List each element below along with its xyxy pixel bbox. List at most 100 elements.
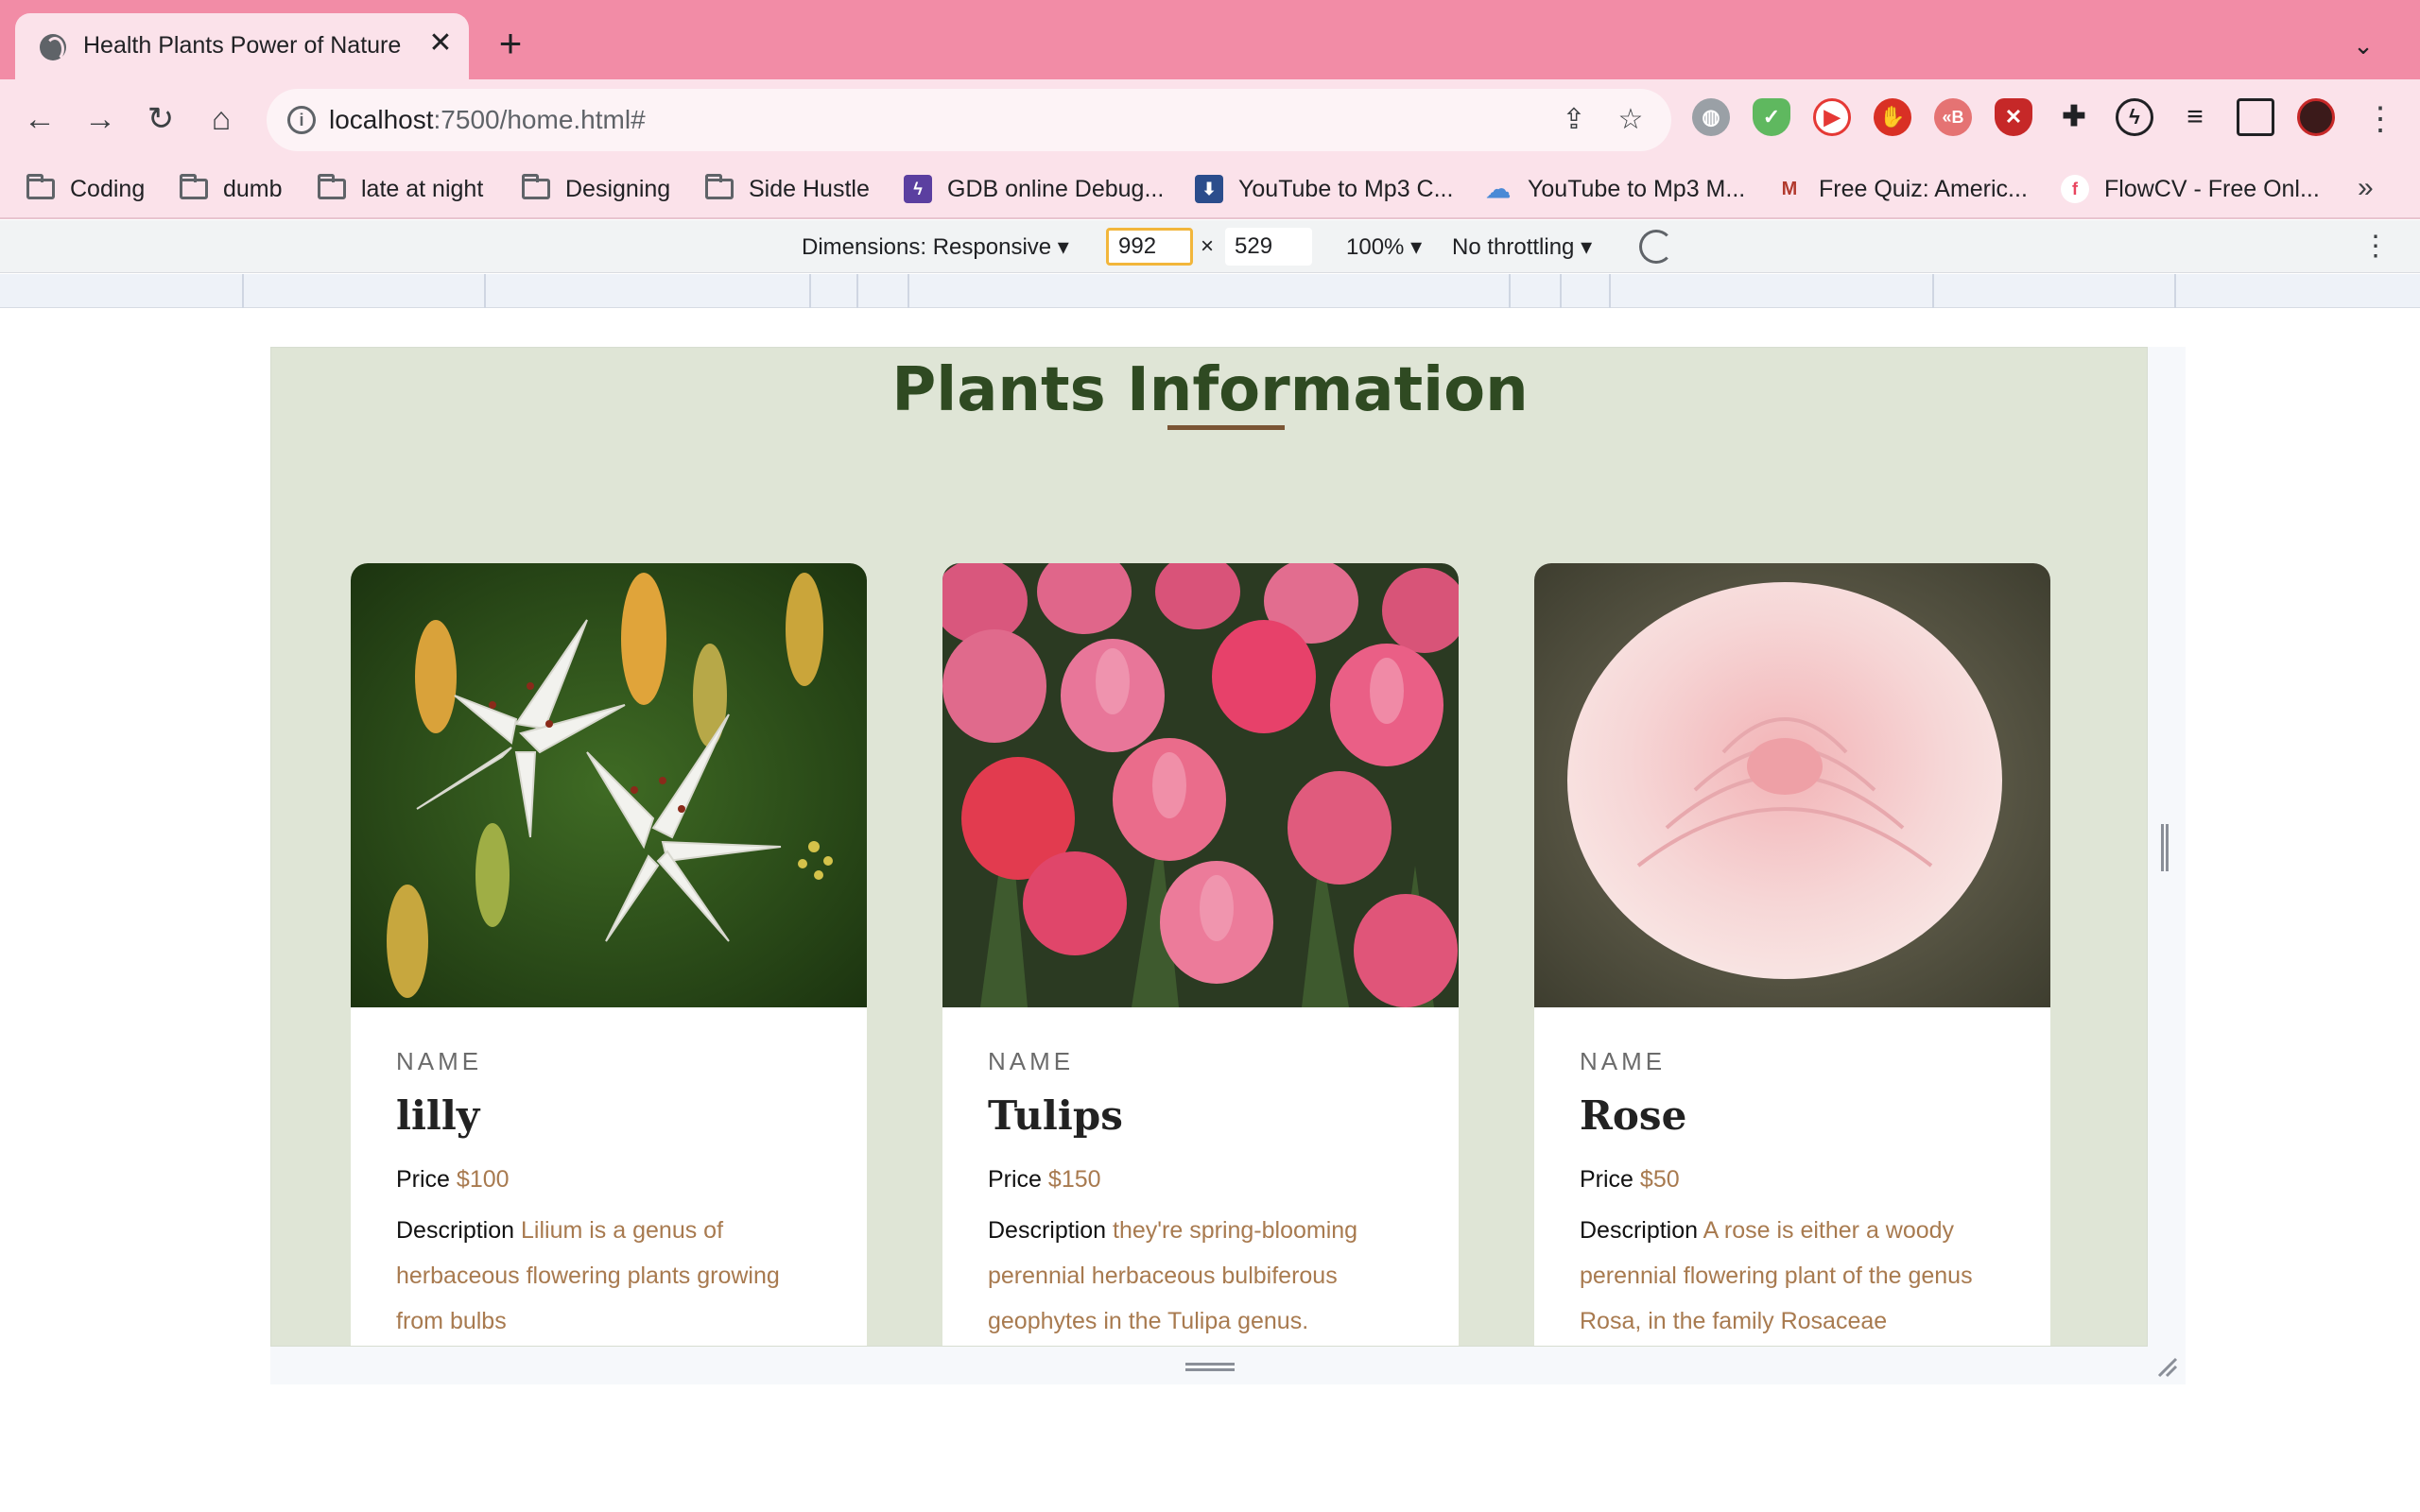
- bookmark-folder-late-at-night[interactable]: late at night: [318, 170, 483, 208]
- rose-image: [1534, 563, 2050, 1007]
- translate-glyph: ◍: [1702, 105, 1720, 129]
- rotate-icon[interactable]: [1639, 230, 1673, 264]
- chrome-menu-icon[interactable]: ⋮: [2360, 98, 2401, 140]
- card-plant-name: Rose: [1580, 1092, 1687, 1139]
- performance-icon[interactable]: ϟ: [2116, 98, 2153, 136]
- flowcv-icon: f: [2061, 175, 2089, 203]
- bookmarks-overflow-button[interactable]: »: [2358, 172, 2374, 204]
- width-input[interactable]: 992: [1106, 228, 1193, 266]
- x-glyph: ✕: [2004, 105, 2023, 129]
- home-button[interactable]: ⌂: [200, 98, 242, 140]
- bookmark-youtube-mp3-c[interactable]: ⬇ YouTube to Mp3 C...: [1195, 170, 1453, 208]
- resize-corner-icon[interactable]: [2155, 1355, 2178, 1378]
- bookmark-label: FlowCV - Free Onl...: [2104, 175, 2320, 202]
- play-glyph: ▶: [1824, 105, 1841, 129]
- browser-tab[interactable]: Health Plants Power of Nature ✕: [15, 13, 469, 79]
- card-price: Price $100: [396, 1166, 510, 1194]
- security-extension-icon[interactable]: ✕: [1995, 98, 2032, 136]
- ruler-marker[interactable]: [1609, 274, 1611, 308]
- bookmark-star-icon[interactable]: ☆: [1613, 102, 1649, 138]
- bookmark-flowcv[interactable]: f FlowCV - Free Onl...: [2061, 170, 2320, 208]
- bookmark-label: GDB online Debug...: [947, 175, 1165, 202]
- folder-icon: [26, 174, 55, 199]
- ruler-marker[interactable]: [242, 274, 244, 308]
- ruler-marker[interactable]: [809, 274, 811, 308]
- price-value: $50: [1639, 1166, 1680, 1193]
- dropdown-caret-icon: ▾: [1057, 234, 1069, 260]
- bookmark-free-quiz[interactable]: M Free Quiz: Americ...: [1775, 170, 2028, 208]
- back-button[interactable]: ←: [19, 98, 60, 140]
- list-glyph: ≡: [2187, 101, 2204, 132]
- bookmark-label: Designing: [565, 175, 671, 202]
- forward-button[interactable]: →: [79, 98, 121, 140]
- lily-image: [351, 563, 867, 1007]
- dimension-separator: ×: [1201, 233, 1215, 259]
- folder-icon: [705, 174, 734, 199]
- ruler-marker[interactable]: [908, 274, 909, 308]
- price-value: $150: [1047, 1166, 1101, 1193]
- title-underline: [1167, 425, 1285, 430]
- site-info-icon[interactable]: i: [287, 106, 316, 134]
- ruler-marker[interactable]: [1509, 274, 1511, 308]
- ruler-marker[interactable]: [2174, 274, 2176, 308]
- close-tab-icon[interactable]: ✕: [424, 26, 458, 60]
- card-description: Description they're spring-blooming pere…: [988, 1208, 1423, 1344]
- b-extension-icon[interactable]: «B: [1934, 98, 1972, 136]
- profile-avatar[interactable]: [2297, 98, 2335, 136]
- globe-icon: [40, 34, 66, 61]
- check-glyph: ✓: [1762, 105, 1781, 129]
- bookmark-folder-coding[interactable]: Coding: [26, 170, 145, 208]
- adblock-extension-icon[interactable]: ✋: [1874, 98, 1911, 136]
- card-description: Description A rose is either a woody per…: [1580, 1208, 2014, 1344]
- dimensions-dropdown[interactable]: Dimensions: Responsive ▾: [802, 233, 1069, 261]
- extensions-puzzle-icon[interactable]: ✚: [2055, 98, 2093, 136]
- device-toolbar-menu-icon[interactable]: ⋮: [2361, 230, 2390, 264]
- ruler-marker[interactable]: [856, 274, 858, 308]
- shield-extension-icon[interactable]: ✓: [1753, 98, 1790, 136]
- translate-extension-icon[interactable]: ◍: [1692, 98, 1730, 136]
- zoom-dropdown[interactable]: 100% ▾: [1346, 233, 1422, 261]
- description-label: Description: [1580, 1217, 1699, 1244]
- price-value: $100: [456, 1166, 510, 1193]
- ruler-marker[interactable]: [1560, 274, 1562, 308]
- height-input[interactable]: 529: [1225, 228, 1312, 266]
- bookmarks-bar: Coding dumb late at night Designing Side…: [0, 159, 2420, 219]
- bolt-glyph: ϟ: [2129, 105, 2140, 129]
- resize-grip-icon[interactable]: [2161, 824, 2169, 871]
- throttling-dropdown[interactable]: No throttling ▾: [1452, 233, 1592, 261]
- tab-search-button[interactable]: ⌄: [2344, 26, 2382, 64]
- side-panel-icon[interactable]: [2237, 98, 2274, 136]
- gdb-icon: ϟ: [904, 175, 932, 203]
- ruler-marker[interactable]: [1932, 274, 1934, 308]
- card-name-label: NAME: [396, 1047, 483, 1075]
- card-description: Description Lilium is a genus of herbace…: [396, 1208, 831, 1344]
- plant-card-tulips[interactable]: NAME Tulips Price $150 Description they'…: [942, 563, 1459, 1346]
- bookmark-label: YouTube to Mp3 C...: [1238, 175, 1454, 202]
- bookmark-folder-dumb[interactable]: dumb: [180, 170, 283, 208]
- resize-grip-icon[interactable]: [1185, 1363, 1235, 1371]
- bookmark-youtube-mp3-m[interactable]: ☁ YouTube to Mp3 M...: [1484, 170, 1745, 208]
- bookmark-folder-designing[interactable]: Designing: [522, 170, 670, 208]
- plant-card-lilly[interactable]: NAME lilly Price $100 Description Lilium…: [351, 563, 867, 1346]
- url-text[interactable]: localhost:7500/home.html#: [329, 105, 646, 135]
- address-bar[interactable]: i localhost:7500/home.html# ⇪ ☆: [267, 89, 1671, 151]
- ruler-marker[interactable]: [484, 274, 486, 308]
- reload-button[interactable]: ↻: [140, 98, 182, 140]
- zoom-label: 100%: [1346, 234, 1405, 260]
- youtube-extension-icon[interactable]: ▶: [1813, 98, 1851, 136]
- bookmark-gdb[interactable]: ϟ GDB online Debug...: [904, 170, 1164, 208]
- folder-icon: [522, 174, 550, 199]
- bookmark-folder-side-hustle[interactable]: Side Hustle: [705, 170, 870, 208]
- puzzle-glyph: ✚: [2062, 101, 2086, 132]
- bookmark-label: late at night: [361, 175, 484, 202]
- plant-card-rose[interactable]: NAME Rose Price $50 Description A rose i…: [1534, 563, 2050, 1346]
- tab-strip: Health Plants Power of Nature ✕ + ⌄: [0, 0, 2420, 79]
- new-tab-button[interactable]: +: [492, 24, 529, 63]
- url-path: :7500/home.html#: [433, 105, 646, 134]
- share-icon[interactable]: ⇪: [1556, 102, 1592, 138]
- card-price: Price $150: [988, 1166, 1101, 1194]
- b-glyph: «B: [1942, 108, 1964, 127]
- folder-icon: [318, 174, 346, 199]
- price-label: Price: [396, 1166, 450, 1193]
- media-queue-icon[interactable]: ≡: [2176, 98, 2214, 136]
